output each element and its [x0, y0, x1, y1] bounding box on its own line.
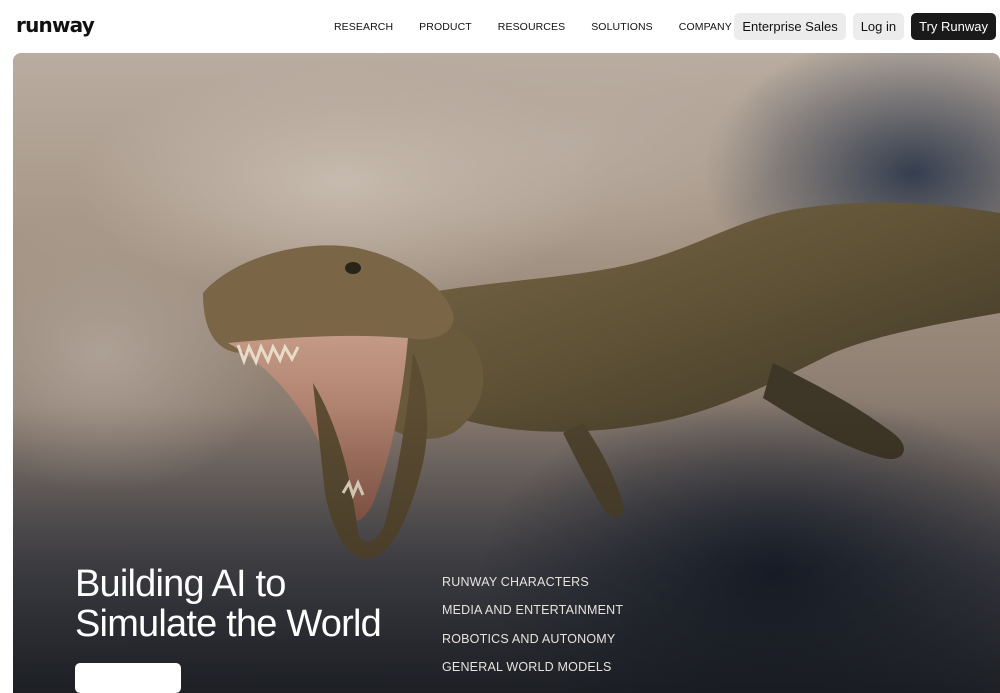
enterprise-sales-button[interactable]: Enterprise Sales — [734, 13, 846, 40]
headline-line-2: Simulate the World — [75, 603, 382, 645]
top-navigation-bar: runway RESEARCH PRODUCT RESOURCES SOLUTI… — [0, 0, 1000, 53]
hero-cta-button[interactable] — [75, 663, 181, 693]
hero-link-robotics-autonomy[interactable]: ROBOTICS AND AUTONOMY — [442, 631, 623, 659]
main-nav: RESEARCH PRODUCT RESOURCES SOLUTIONS COM… — [334, 21, 758, 33]
hero-link-list: RUNWAY CHARACTERS MEDIA AND ENTERTAINMEN… — [442, 574, 623, 687]
nav-solutions[interactable]: SOLUTIONS — [591, 21, 653, 33]
nav-research[interactable]: RESEARCH — [334, 21, 393, 33]
try-runway-button[interactable]: Try Runway — [911, 13, 996, 40]
runway-logo[interactable]: runway — [16, 13, 95, 37]
hero-section: Building AI to Simulate the World RUNWAY… — [13, 53, 1000, 693]
hero-link-runway-characters[interactable]: RUNWAY CHARACTERS — [442, 574, 623, 602]
hero-headline: Building AI to Simulate the World — [75, 564, 415, 644]
hero-link-media-entertainment[interactable]: MEDIA AND ENTERTAINMENT — [442, 602, 623, 630]
nav-product[interactable]: PRODUCT — [419, 21, 472, 33]
headline-line-1: Building AI to — [75, 563, 286, 605]
login-button[interactable]: Log in — [852, 13, 905, 40]
nav-company[interactable]: COMPANY — [679, 21, 732, 33]
nav-resources[interactable]: RESOURCES — [498, 21, 565, 33]
hero-link-general-world-models[interactable]: GENERAL WORLD MODELS — [442, 659, 623, 687]
header-actions: Enterprise Sales Log in Try Runway — [734, 13, 996, 40]
